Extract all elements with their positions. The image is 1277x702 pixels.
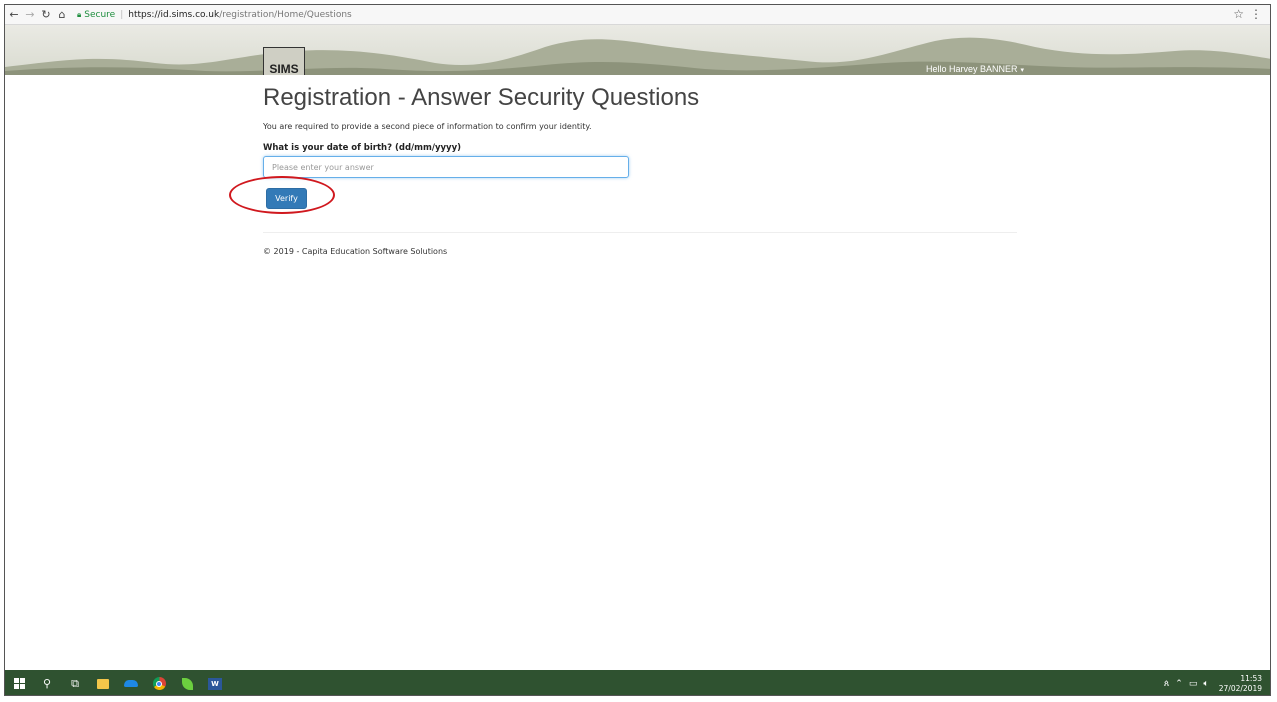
sims-logo[interactable]: SIMS bbox=[263, 47, 305, 75]
address-bar[interactable]: https://id.sims.co.uk/registration/Home/… bbox=[128, 10, 351, 20]
clock-time: 11:53 bbox=[1240, 673, 1262, 683]
system-tray: ጰ ⌃ ▭ 🔈︎ 11:53 27/02/2019 bbox=[1164, 670, 1262, 695]
screenshot-frame: ← → ↻ ⌂ 🔒︎ Secure | https://id.sims.co.u… bbox=[4, 4, 1271, 696]
page-title: Registration - Answer Security Questions bbox=[263, 84, 700, 111]
windows-taskbar: ⚲ ⧉ W ጰ ⌃ ▭ 🔈︎ 11:53 27/02/2019 bbox=[5, 670, 1270, 695]
verify-area: Verify bbox=[229, 176, 1023, 214]
caret-down-icon: ▾ bbox=[1020, 67, 1025, 74]
user-menu[interactable]: Hello Harvey BANNER ▾ bbox=[926, 64, 1024, 74]
task-view-icon[interactable]: ⧉ bbox=[61, 670, 89, 695]
header-banner: SIMS Hello Harvey BANNER ▾ bbox=[5, 25, 1270, 75]
onedrive-icon[interactable] bbox=[117, 670, 145, 695]
url-path: /registration/Home/Questions bbox=[219, 9, 352, 20]
secure-label: Secure bbox=[84, 9, 116, 20]
windows-start-icon[interactable] bbox=[5, 670, 33, 695]
forward-icon[interactable]: → bbox=[23, 7, 37, 23]
lock-icon: 🔒︎ bbox=[77, 9, 82, 19]
star-icon[interactable]: ☆ bbox=[1233, 7, 1244, 21]
intro-text: You are required to provide a second pie… bbox=[263, 122, 592, 131]
verify-button[interactable]: Verify bbox=[266, 188, 307, 209]
answer-input[interactable] bbox=[263, 156, 629, 178]
chrome-icon[interactable] bbox=[145, 670, 173, 695]
search-icon[interactable]: ⚲ bbox=[33, 670, 61, 695]
main-content: Registration - Answer Security Questions… bbox=[229, 83, 1023, 256]
url-host: https://id.sims.co.uk bbox=[128, 9, 220, 20]
menu-icon[interactable]: ⋮ bbox=[1250, 7, 1262, 21]
volume-icon[interactable]: 🔈︎ bbox=[1203, 679, 1208, 689]
file-explorer-icon[interactable] bbox=[89, 670, 117, 695]
back-icon[interactable]: ← bbox=[7, 7, 21, 23]
people-icon[interactable]: ጰ bbox=[1164, 679, 1169, 689]
browser-toolbar: ← → ↻ ⌂ 🔒︎ Secure | https://id.sims.co.u… bbox=[5, 5, 1270, 25]
footer-copyright: © 2019 - Capita Education Software Solut… bbox=[263, 247, 448, 256]
home-icon[interactable]: ⌂ bbox=[55, 7, 69, 23]
network-icon[interactable]: ▭ bbox=[1189, 679, 1198, 689]
user-greeting: Hello Harvey BANNER bbox=[926, 64, 1018, 74]
chevron-up-icon[interactable]: ⌃ bbox=[1175, 679, 1183, 689]
mountain-background bbox=[5, 37, 1270, 75]
word-icon[interactable]: W bbox=[201, 670, 229, 695]
leaf-app-icon[interactable] bbox=[173, 670, 201, 695]
footer-divider bbox=[263, 232, 1017, 233]
clock-date: 27/02/2019 bbox=[1218, 683, 1262, 693]
address-separator: | bbox=[120, 9, 124, 20]
clock[interactable]: 11:53 27/02/2019 bbox=[1219, 674, 1262, 694]
reload-icon[interactable]: ↻ bbox=[39, 7, 53, 23]
question-label: What is your date of birth? (dd/mm/yyyy) bbox=[263, 143, 462, 153]
